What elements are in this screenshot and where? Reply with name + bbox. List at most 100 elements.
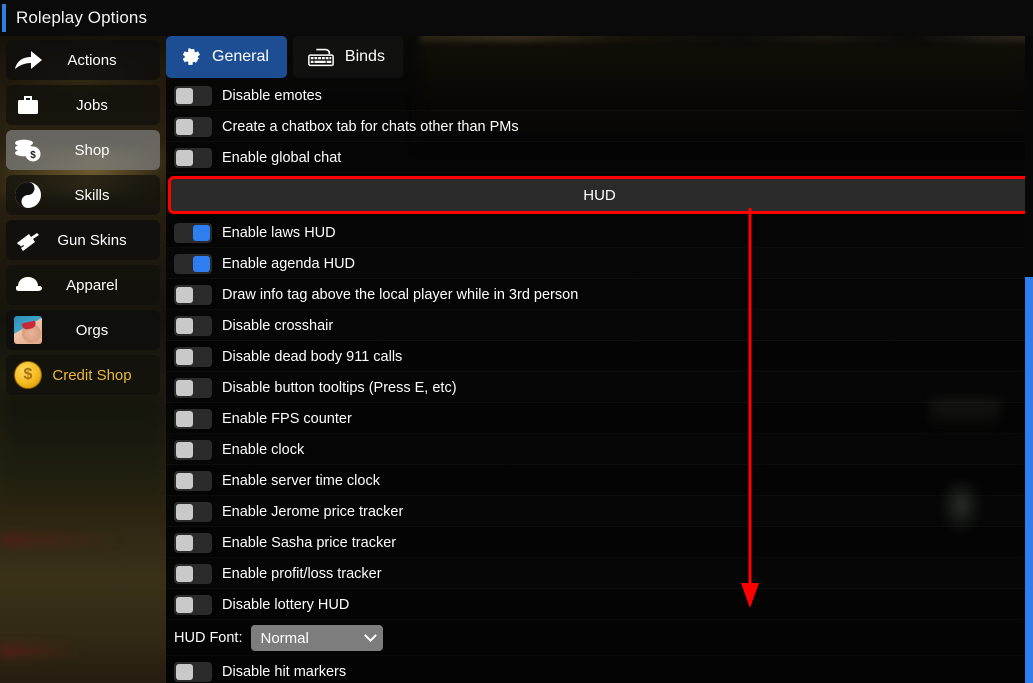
sidebar-item-credit-shop[interactable]: $ Credit Shop <box>6 355 160 395</box>
toggle-switch[interactable] <box>174 501 212 522</box>
option-label: Enable server time clock <box>222 472 380 489</box>
option-label: Disable dead body 911 calls <box>222 348 403 365</box>
option-row: Disable hit markers <box>166 656 1033 683</box>
hud-font-select[interactable]: Normal <box>250 625 383 651</box>
tab-general[interactable]: General <box>166 36 287 78</box>
toggle-knob <box>176 118 193 135</box>
sidebar-item-label: Orgs <box>75 321 109 339</box>
rifle-icon-wrap <box>6 220 50 260</box>
toggle-knob <box>193 255 210 272</box>
main-content: General Binds Disable emotes Create a chat… <box>166 36 1033 683</box>
option-label: Disable lottery HUD <box>222 596 350 613</box>
option-row: Enable profit/loss tracker <box>166 558 1033 589</box>
toggle-switch[interactable] <box>174 284 212 305</box>
sidebar-item-label: Shop <box>74 141 110 159</box>
option-row: Draw info tag above the local player whi… <box>166 279 1033 310</box>
toggle-switch[interactable] <box>174 315 212 336</box>
toggle-switch[interactable] <box>174 147 212 168</box>
sidebar-item-orgs[interactable]: Orgs <box>6 310 160 350</box>
title-bar: Roleplay Options <box>0 0 1033 36</box>
hud-font-label: HUD Font: <box>174 630 243 646</box>
toggle-switch[interactable] <box>174 661 212 682</box>
sidebar-item-label: Jobs <box>76 96 108 114</box>
toggle-knob <box>176 379 193 396</box>
sidebar-item-apparel[interactable]: Apparel <box>6 265 160 305</box>
sidebar-item-label: Apparel <box>66 276 118 294</box>
rifle-icon <box>13 228 43 252</box>
toggle-knob <box>176 317 193 334</box>
option-row: Enable Jerome price tracker <box>166 496 1033 527</box>
option-row: Disable dead body 911 calls <box>166 341 1033 372</box>
roleplay-options-window: Roleplay Options Actions Jobs $ Shop Skills G… <box>0 0 1033 683</box>
tab-label: General <box>212 48 269 65</box>
toggle-knob <box>176 87 193 104</box>
toggle-knob <box>176 565 193 582</box>
yin-yang-icon <box>14 181 42 209</box>
option-row: Disable lottery HUD <box>166 589 1033 620</box>
section-header-label: HUD <box>583 186 616 204</box>
options-list: Disable emotes Create a chatbox tab for c… <box>166 80 1033 683</box>
toggle-switch[interactable] <box>174 253 212 274</box>
section-header-hud[interactable]: HUD <box>168 176 1031 214</box>
option-row: Enable Sasha price tracker <box>166 527 1033 558</box>
scrollbar-thumb[interactable] <box>1025 277 1033 683</box>
toggle-switch[interactable] <box>174 470 212 491</box>
toggle-knob <box>176 410 193 427</box>
option-label: Disable crosshair <box>222 317 334 334</box>
toggle-switch[interactable] <box>174 532 212 553</box>
option-row: Enable server time clock <box>166 465 1033 496</box>
toggle-switch[interactable] <box>174 439 212 460</box>
option-row: Disable crosshair <box>166 310 1033 341</box>
keyboard-icon <box>307 46 335 68</box>
toggle-switch[interactable] <box>174 222 212 243</box>
gold-coin-icon-wrap: $ <box>6 355 50 395</box>
option-label: Disable emotes <box>222 87 322 104</box>
option-row: Disable emotes <box>166 80 1033 111</box>
orgs-thumbnail-icon-wrap <box>6 310 50 350</box>
sidebar-item-jobs[interactable]: Jobs <box>6 85 160 125</box>
tab-binds[interactable]: Binds <box>292 36 403 78</box>
chevron-down-icon <box>363 628 377 642</box>
sidebar-item-actions[interactable]: Actions <box>6 40 160 80</box>
option-label: Create a chatbox tab for chats other tha… <box>222 118 519 135</box>
toggle-knob <box>176 663 193 680</box>
toggle-knob <box>176 534 193 551</box>
briefcase-icon-wrap <box>6 85 50 125</box>
option-label: Enable Sasha price tracker <box>222 534 397 551</box>
toggle-switch[interactable] <box>174 408 212 429</box>
sidebar: Actions Jobs $ Shop Skills Gun Skins Apparel Or… <box>0 36 166 683</box>
toggle-switch[interactable] <box>174 594 212 615</box>
option-label: Enable global chat <box>222 149 342 166</box>
title-accent-bar <box>2 4 6 32</box>
coins-stack-icon-wrap: $ <box>6 130 50 170</box>
toggle-switch[interactable] <box>174 563 212 584</box>
toggle-switch[interactable] <box>174 116 212 137</box>
svg-text:$: $ <box>30 150 36 161</box>
option-label: Enable laws HUD <box>222 224 336 241</box>
toggle-switch[interactable] <box>174 377 212 398</box>
toggle-knob <box>176 441 193 458</box>
tab-bar: General Binds <box>166 36 403 78</box>
option-row: Enable agenda HUD <box>166 248 1033 279</box>
sidebar-item-label: Actions <box>67 51 117 69</box>
option-label: Disable button tooltips (Press E, etc) <box>222 379 457 396</box>
sidebar-item-gun-skins[interactable]: Gun Skins <box>6 220 160 260</box>
toggle-knob <box>176 472 193 489</box>
yin-yang-icon-wrap <box>6 175 50 215</box>
tab-label: Binds <box>344 48 385 65</box>
option-row: Enable global chat <box>166 142 1033 173</box>
sidebar-item-label: Skills <box>74 186 110 204</box>
toggle-switch[interactable] <box>174 346 212 367</box>
sidebar-item-shop[interactable]: $ Shop <box>6 130 160 170</box>
toggle-knob <box>176 348 193 365</box>
sidebar-item-skills[interactable]: Skills <box>6 175 160 215</box>
option-row: Enable laws HUD <box>166 217 1033 248</box>
cap-icon <box>13 274 43 296</box>
option-row: Enable FPS counter <box>166 403 1033 434</box>
sidebar-item-label: Gun Skins <box>57 231 127 249</box>
option-label: Enable FPS counter <box>222 410 352 427</box>
toggle-switch[interactable] <box>174 85 212 106</box>
window-title: Roleplay Options <box>16 8 148 27</box>
option-label: Enable profit/loss tracker <box>222 565 382 582</box>
orgs-thumbnail-icon <box>14 316 42 344</box>
